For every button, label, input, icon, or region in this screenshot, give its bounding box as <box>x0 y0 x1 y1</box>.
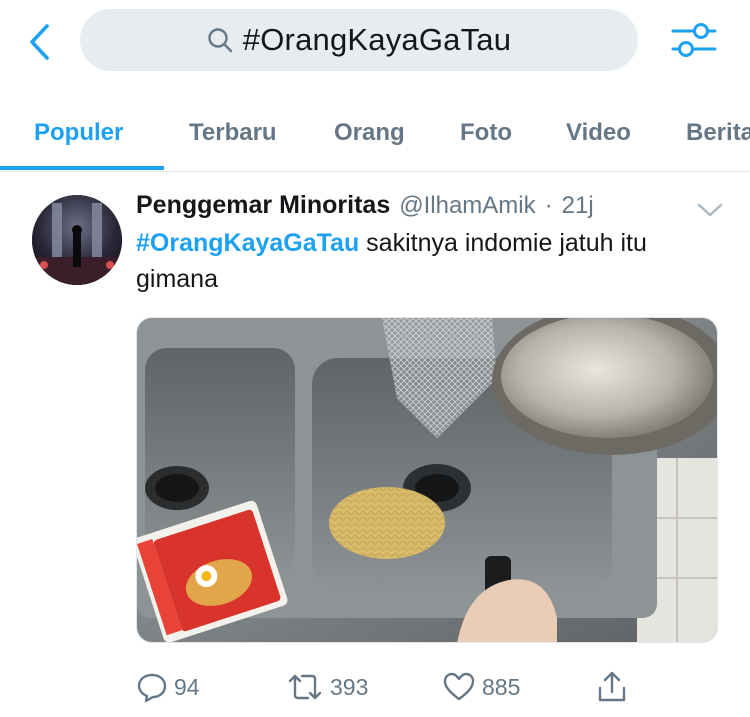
search-icon <box>208 28 232 53</box>
tab-foto[interactable]: Foto <box>460 96 512 169</box>
tab-orang[interactable]: Orang <box>334 96 405 169</box>
tab-berita[interactable]: Berita <box>686 96 750 169</box>
search-filter-button[interactable] <box>668 17 720 63</box>
tab-video[interactable]: Video <box>566 96 631 169</box>
back-button[interactable] <box>22 22 56 62</box>
top-bar: #OrangKayaGaTau <box>0 0 750 84</box>
heart-icon <box>443 672 475 701</box>
retweet-count: 393 <box>330 673 369 700</box>
reply-button[interactable]: 94 <box>136 667 200 707</box>
avatar-image <box>32 195 122 285</box>
tweet-header: Penggemar Minoritas @IlhamAmik · 21j <box>136 191 594 220</box>
reply-icon <box>137 673 167 703</box>
retweet-button[interactable]: 393 <box>286 667 368 707</box>
user-handle[interactable]: @IlhamAmik <box>399 192 535 220</box>
hashtag-link[interactable]: #OrangKayaGaTau <box>136 229 359 257</box>
display-name[interactable]: Penggemar Minoritas <box>136 191 390 220</box>
avatar[interactable] <box>32 195 122 285</box>
tweet-photo[interactable] <box>136 317 718 643</box>
tab-terbaru[interactable]: Terbaru <box>189 96 277 169</box>
like-count: 885 <box>482 673 521 700</box>
tab-populer[interactable]: Populer <box>34 96 123 169</box>
search-query[interactable]: #OrangKayaGaTau <box>243 22 511 58</box>
tweet-menu-button[interactable] <box>694 195 726 225</box>
photo-noodles-in-sink <box>137 318 717 642</box>
search-tabs: Populer Terbaru Orang Foto Video Berita <box>0 96 750 172</box>
tweet-actions: 94 393 885 <box>136 667 736 707</box>
sliders-icon <box>671 23 717 57</box>
tweet[interactable]: Penggemar Minoritas @IlhamAmik · 21j #Or… <box>0 173 750 717</box>
share-icon <box>598 671 626 702</box>
search-bar[interactable]: #OrangKayaGaTau <box>80 9 638 71</box>
tweet-timestamp: 21j <box>561 192 594 219</box>
chevron-left-icon <box>30 24 49 60</box>
share-button[interactable] <box>596 667 628 707</box>
retweet-icon <box>288 674 322 700</box>
active-tab-indicator <box>0 166 164 170</box>
like-button[interactable]: 885 <box>442 667 520 707</box>
separator-dot: · <box>544 192 553 219</box>
reply-count: 94 <box>174 673 200 700</box>
tweet-text: #OrangKayaGaTau sakitnya indomie jatuh i… <box>136 225 716 297</box>
chevron-down-icon <box>697 203 723 217</box>
